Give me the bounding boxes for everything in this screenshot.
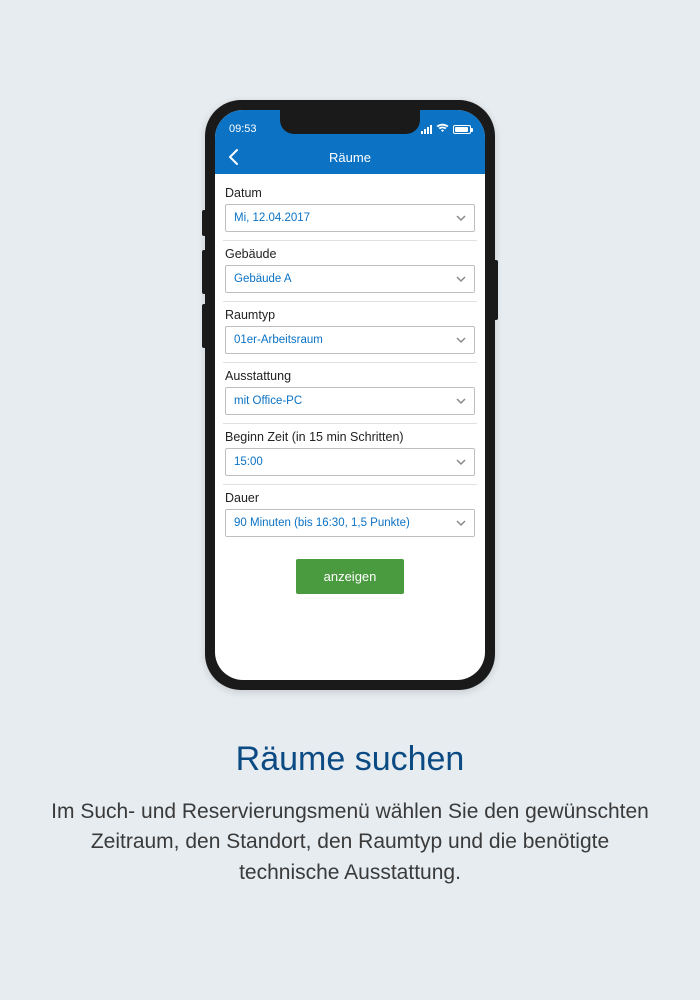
show-button[interactable]: anzeigen (296, 559, 405, 594)
field-building: Gebäude Gebäude A (223, 241, 477, 302)
chevron-down-icon (454, 211, 468, 225)
start-time-select[interactable]: 15:00 (225, 448, 475, 476)
select-value: mit Office-PC (234, 395, 302, 407)
phone-mockup: 09:53 Räume Datum (205, 100, 495, 690)
select-value: 01er-Arbeitsraum (234, 334, 323, 346)
field-label: Beginn Zeit (in 15 min Schritten) (225, 430, 475, 444)
caption-block: Räume suchen Im Such- und Reservierungsm… (0, 740, 700, 888)
caption-title: Räume suchen (50, 740, 650, 779)
chevron-down-icon (454, 272, 468, 286)
field-label: Dauer (225, 491, 475, 505)
select-value: 15:00 (234, 456, 263, 468)
select-value: Gebäude A (234, 273, 292, 285)
field-label: Datum (225, 186, 475, 200)
chevron-down-icon (454, 394, 468, 408)
submit-row: anzeigen (223, 545, 477, 608)
select-value: 90 Minuten (bis 16:30, 1,5 Punkte) (234, 517, 410, 529)
chevron-down-icon (454, 516, 468, 530)
back-button[interactable] (225, 148, 243, 166)
wifi-icon (436, 123, 449, 136)
phone-side-button (202, 250, 205, 294)
phone-frame: 09:53 Räume Datum (205, 100, 495, 690)
caption-body: Im Such- und Reservierungsmenü wählen Si… (50, 797, 650, 888)
nav-bar: Räume (215, 140, 485, 174)
field-label: Raumtyp (225, 308, 475, 322)
field-date: Datum Mi, 12.04.2017 (223, 180, 477, 241)
select-value: Mi, 12.04.2017 (234, 212, 310, 224)
field-label: Ausstattung (225, 369, 475, 383)
roomtype-select[interactable]: 01er-Arbeitsraum (225, 326, 475, 354)
status-indicators (421, 123, 471, 136)
battery-icon (453, 125, 471, 134)
equipment-select[interactable]: mit Office-PC (225, 387, 475, 415)
signal-icon (421, 125, 432, 134)
phone-side-button (202, 210, 205, 236)
field-equipment: Ausstattung mit Office-PC (223, 363, 477, 424)
date-select[interactable]: Mi, 12.04.2017 (225, 204, 475, 232)
building-select[interactable]: Gebäude A (225, 265, 475, 293)
duration-select[interactable]: 90 Minuten (bis 16:30, 1,5 Punkte) (225, 509, 475, 537)
nav-title: Räume (329, 150, 371, 165)
field-label: Gebäude (225, 247, 475, 261)
phone-side-button (495, 260, 498, 320)
field-duration: Dauer 90 Minuten (bis 16:30, 1,5 Punkte) (223, 485, 477, 545)
search-form: Datum Mi, 12.04.2017 Gebäude Gebäude A R… (215, 174, 485, 608)
phone-side-button (202, 304, 205, 348)
status-time: 09:53 (229, 123, 257, 135)
chevron-down-icon (454, 455, 468, 469)
chevron-down-icon (454, 333, 468, 347)
phone-screen: 09:53 Räume Datum (215, 110, 485, 680)
field-roomtype: Raumtyp 01er-Arbeitsraum (223, 302, 477, 363)
phone-notch (280, 110, 420, 134)
field-start-time: Beginn Zeit (in 15 min Schritten) 15:00 (223, 424, 477, 485)
